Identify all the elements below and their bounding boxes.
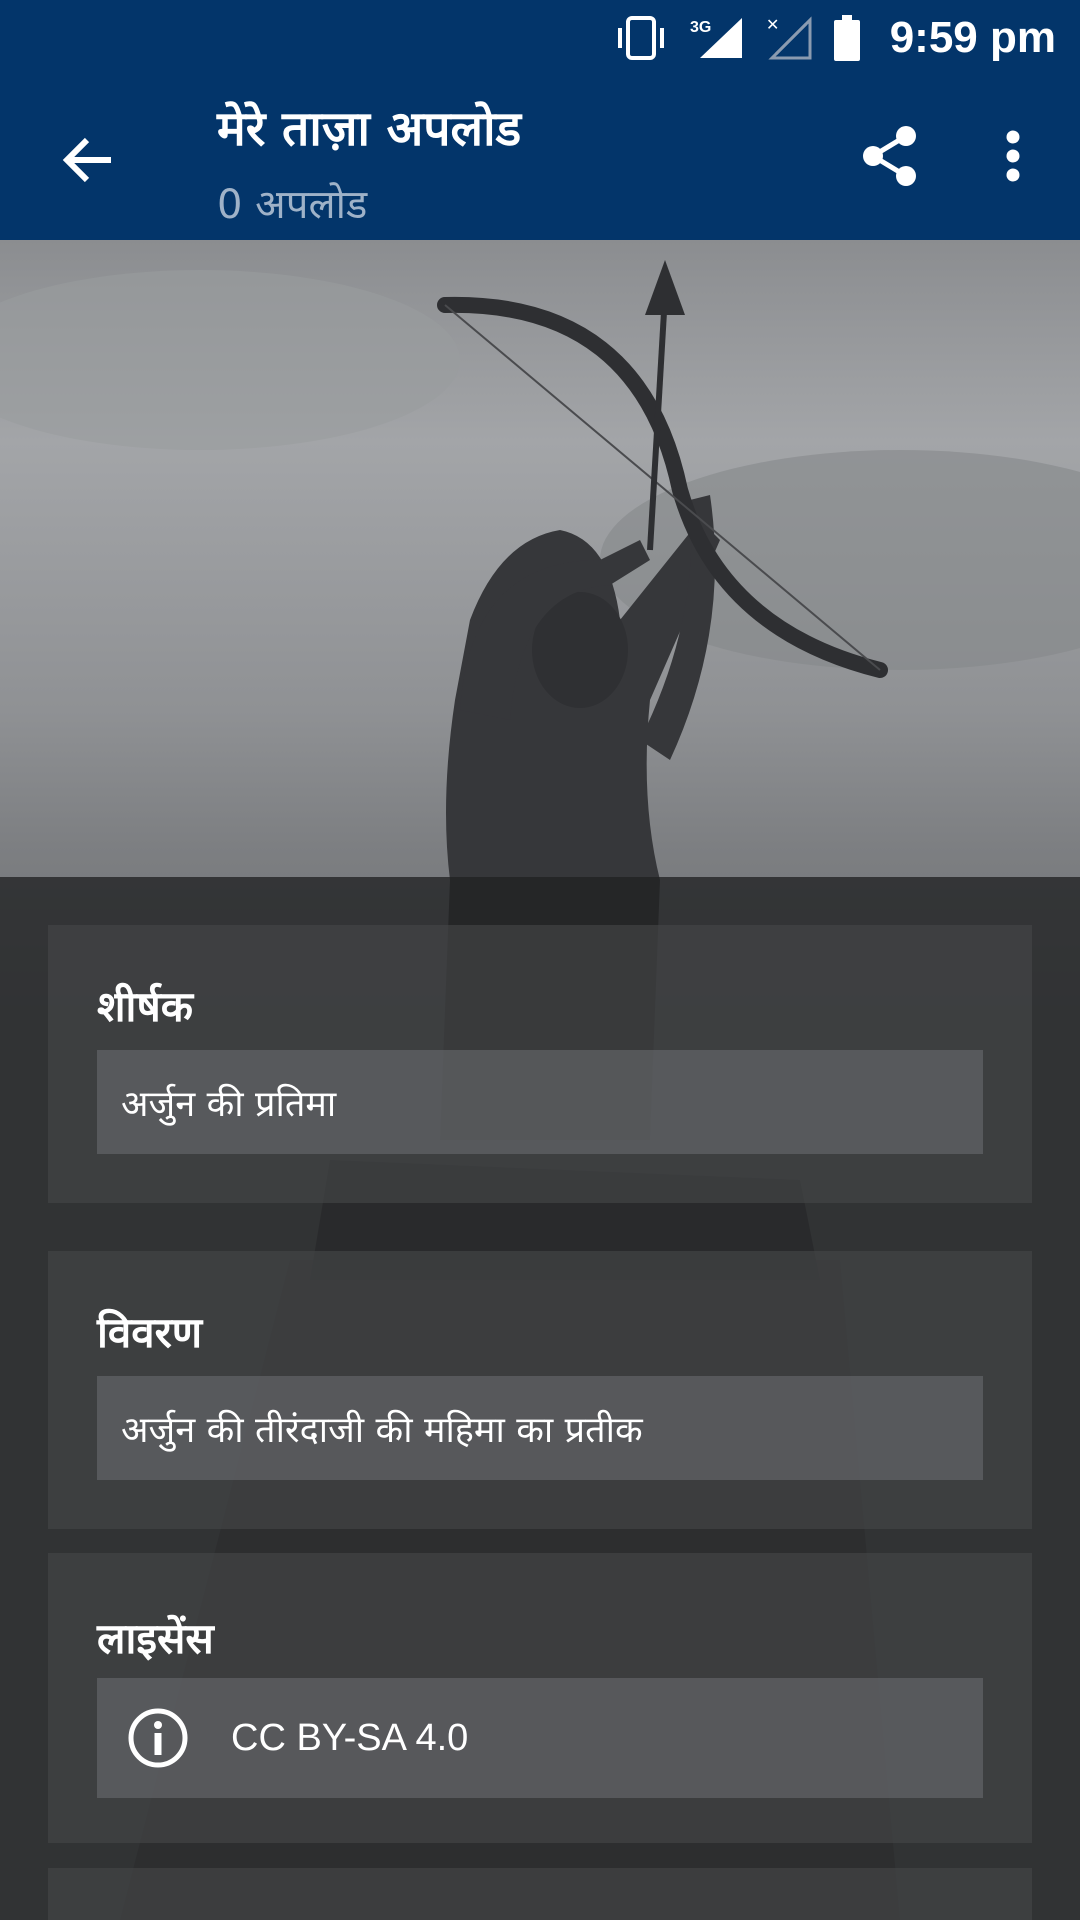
upload-count: 0 अपलोड — [217, 182, 368, 228]
license-value: CC BY-SA 4.0 — [231, 1716, 469, 1759]
signal-no-sim-icon: ✕ — [766, 15, 812, 60]
svg-text:3G: 3G — [690, 19, 711, 36]
info-icon — [128, 1708, 188, 1768]
title-label: शीर्षक — [97, 982, 193, 1031]
description-label: विवरण — [97, 1308, 203, 1357]
share-icon — [863, 126, 916, 186]
share-button[interactable] — [855, 121, 925, 191]
app-toolbar: मेरे ताज़ा अपलोड 0 अपलोड — [0, 75, 1080, 240]
status-bar: 3G ✕ 9:59 pm — [0, 0, 1080, 75]
description-field[interactable]: अर्जुन की तीरंदाजी की महिमा का प्रतीक — [97, 1376, 983, 1480]
title-card: शीर्षक अर्जुन की प्रतिमा — [48, 925, 1032, 1203]
battery-icon — [833, 14, 860, 61]
back-button[interactable] — [52, 125, 122, 195]
more-options-button[interactable] — [985, 121, 1041, 191]
license-label: लाइसेंस — [97, 1614, 214, 1663]
more-vert-icon — [1006, 130, 1020, 182]
back-arrow-icon — [62, 137, 111, 183]
title-field[interactable]: अर्जुन की प्रतिमा — [97, 1050, 983, 1154]
license-card: लाइसेंस CC BY-SA 4.0 — [48, 1553, 1032, 1843]
vibrate-icon — [614, 15, 668, 60]
page-title: मेरे ताज़ा अपलोड — [217, 101, 522, 157]
svg-text:✕: ✕ — [766, 17, 779, 34]
next-card — [48, 1868, 1032, 1920]
signal-3g-icon: 3G — [690, 16, 744, 60]
clock: 9:59 pm — [889, 12, 1056, 62]
description-card: विवरण अर्जुन की तीरंदाजी की महिमा का प्र… — [48, 1251, 1032, 1529]
license-selector[interactable]: CC BY-SA 4.0 — [97, 1678, 983, 1798]
